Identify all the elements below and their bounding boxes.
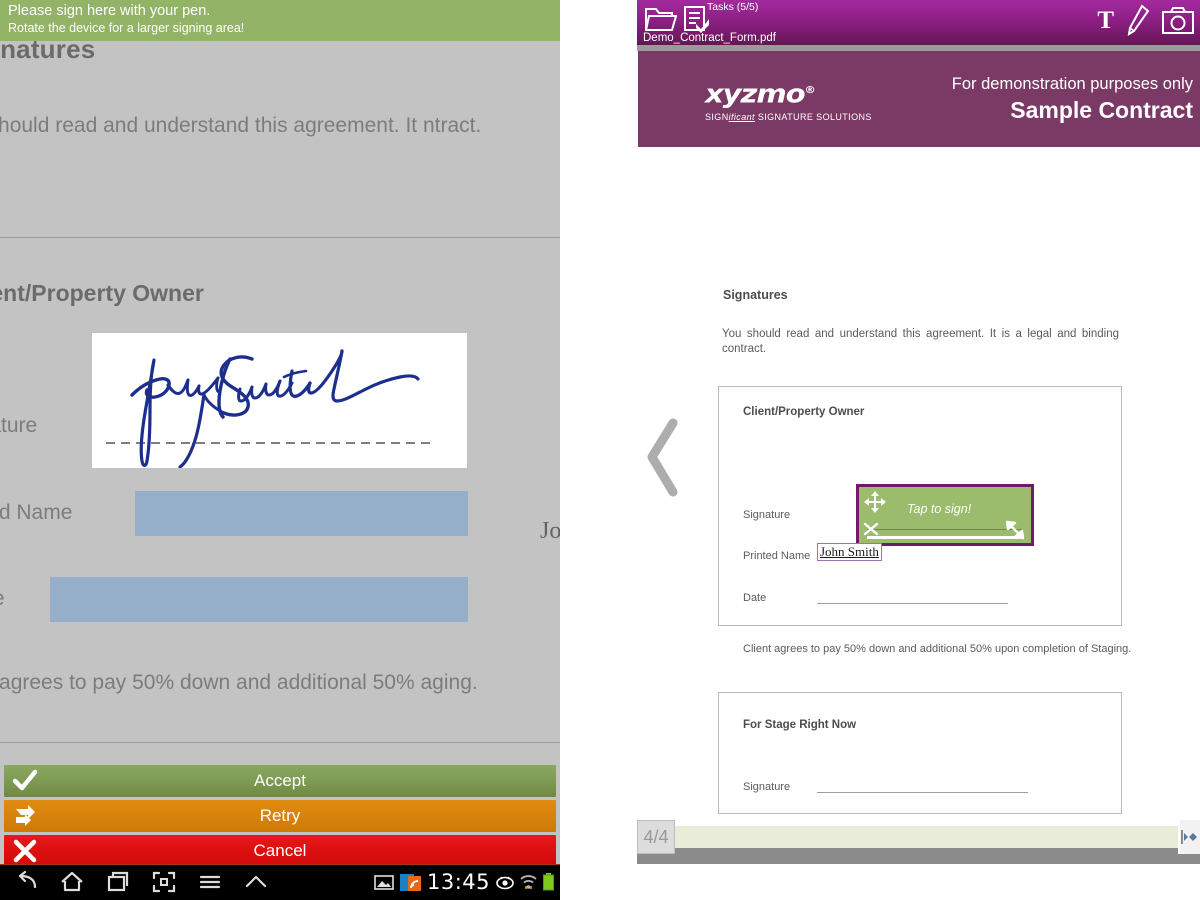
sign-hint-primary: Please sign here with your pen.	[8, 3, 211, 19]
retry-arrow-icon	[16, 805, 35, 826]
app-toolbar: Tasks (5/5) Demo_Contract_Form.pdf T	[637, 0, 1200, 45]
eye-icon	[496, 876, 514, 889]
bg-doc-subheading: ient/Property Owner	[0, 280, 204, 306]
resize-handle-icon[interactable]	[1002, 515, 1030, 543]
document-filename: Demo_Contract_Form.pdf	[643, 32, 776, 44]
wifi-icon	[520, 874, 537, 889]
demo-notice: For demonstration purposes only	[951, 75, 1193, 93]
pen-icon[interactable]	[1125, 4, 1151, 38]
signature-field-tap-to-sign[interactable]: Tap to sign!	[856, 484, 1034, 546]
pdf-header-banner: xyzmo® SIGNificant SIGNATURE SOLUTIONS F…	[638, 51, 1200, 147]
home-icon[interactable]	[60, 871, 84, 893]
signature-actions: Accept Retry Cancel	[0, 765, 560, 870]
box2-signature-label: Signature	[743, 781, 791, 793]
back-icon[interactable]	[14, 871, 38, 893]
sign-hint-bar: Please sign here with your pen. Rotate t…	[0, 0, 560, 41]
cancel-button[interactable]: Cancel	[4, 835, 556, 867]
client-property-owner-box: Client/Property Owner Signature Tap to s…	[718, 386, 1131, 655]
retry-button-label: Retry	[259, 806, 301, 825]
navbar-buttons	[0, 871, 268, 893]
cancel-button-label: Cancel	[253, 841, 307, 860]
tap-to-sign-label: Tap to sign!	[907, 502, 972, 516]
chevron-left-icon[interactable]	[644, 415, 684, 500]
bg-doc-divider-bottom	[0, 742, 560, 743]
logo-tagline: SIGNificant SIGNATURE SOLUTIONS	[705, 111, 872, 122]
scroll-handle-icon[interactable]	[1178, 820, 1200, 854]
toolbar-tools: T	[1097, 4, 1194, 38]
page-navigation-bar[interactable]: 4/4	[637, 820, 1200, 864]
android-navbar-left: 13:45	[0, 864, 560, 900]
box1-footer-text: Client agrees to pay 50% down and additi…	[743, 643, 1132, 655]
signature-ink	[106, 349, 432, 468]
panel-divider	[560, 0, 637, 900]
move-handle-icon[interactable]	[863, 490, 887, 514]
for-stage-right-now-box: For Stage Right Now Signature	[718, 692, 1122, 814]
battery-icon	[543, 873, 554, 891]
box1-date-label: Date	[743, 592, 767, 604]
agreement-paragraph: You should read and understand this agre…	[722, 328, 1119, 355]
bg-doc-date-label: te	[0, 587, 5, 611]
pdf-page[interactable]: xyzmo® SIGNificant SIGNATURE SOLUTIONS F…	[637, 51, 1200, 826]
accept-button-label: Accept	[254, 771, 306, 790]
signature-baseline	[867, 536, 1019, 539]
text-tool-button[interactable]: T	[1097, 4, 1114, 38]
page-indicator[interactable]: 4/4	[637, 820, 675, 854]
bg-doc-paragraph: u should read and understand this agreem…	[0, 114, 482, 137]
box1-printed-name-label: Printed Name	[743, 550, 811, 562]
bg-doc-printed-name-field	[135, 491, 468, 536]
signature-baseline-shadow	[867, 529, 1022, 530]
screen: Please sign here with your pen. Rotate t…	[0, 0, 1200, 900]
retry-button[interactable]: Retry	[4, 800, 556, 832]
navbar-accent-line	[0, 864, 560, 865]
box2-title: For Stage Right Now	[743, 719, 857, 731]
x-mark-icon	[13, 839, 37, 863]
pdf-header-title-block: For demonstration purposes only Sample C…	[952, 73, 1193, 125]
signatures-heading: Signatures	[723, 288, 788, 302]
image-icon	[374, 874, 394, 890]
screenshot-icon[interactable]	[152, 871, 176, 893]
sign-hint-secondary: Rotate the device for a larger signing a…	[8, 21, 245, 35]
box1-signature-label: Signature	[743, 509, 791, 521]
tasks-count-label: Tasks (5/5)	[707, 1, 759, 13]
clock-left: 13:45	[426, 870, 490, 894]
camera-icon[interactable]	[1162, 7, 1194, 35]
bg-doc-heading: gnatures	[0, 41, 96, 64]
xyzmo-logo: xyzmo® SIGNificant SIGNATURE SOLUTIONS	[705, 78, 872, 122]
logo-wordmark: xyzmo®	[705, 79, 816, 110]
accept-button[interactable]: Accept	[4, 765, 556, 797]
box1-date-line[interactable]	[817, 603, 1008, 604]
bg-doc-date-field	[50, 577, 468, 622]
status-icons-left: 13:45	[374, 870, 554, 894]
bg-doc-signature-label: gnature	[0, 414, 38, 437]
rss-icon	[399, 873, 421, 891]
box1-title: Client/Property Owner	[743, 406, 865, 418]
folder-icon[interactable]	[645, 5, 677, 32]
checkmark-icon	[12, 769, 38, 791]
signature-capture-area[interactable]	[92, 333, 467, 468]
chevron-up-icon[interactable]	[244, 871, 268, 893]
bg-doc-printed-name-value: Jo	[540, 518, 560, 544]
horizontal-arrows-icon	[1181, 830, 1197, 844]
printed-name-value: John Smith	[820, 544, 879, 559]
page-scroll-track[interactable]	[637, 826, 1200, 848]
menu-icon[interactable]	[198, 871, 222, 893]
bg-doc-divider-top	[0, 237, 560, 238]
bg-doc-footer: ent agrees to pay 50% down and additiona…	[0, 671, 478, 694]
bg-doc-printed-name-label: inted Name	[0, 501, 73, 524]
signature-capture-panel: Please sign here with your pen. Rotate t…	[0, 0, 560, 900]
box2-signature-line[interactable]	[817, 792, 1028, 793]
document-title: Sample Contract	[1010, 97, 1193, 123]
recents-icon[interactable]	[106, 871, 130, 893]
x-mark-icon	[863, 522, 879, 536]
document-viewer-panel: Tasks (5/5) Demo_Contract_Form.pdf T xyz…	[637, 0, 1200, 900]
printed-name-input[interactable]: John Smith	[817, 543, 882, 561]
